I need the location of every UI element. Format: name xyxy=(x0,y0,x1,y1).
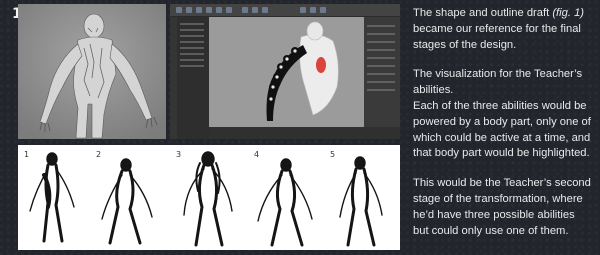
paragraph-second-stage: This would be the Teacher’s second stage… xyxy=(413,177,591,237)
sculpt-render-image xyxy=(18,4,166,139)
maya-outliner xyxy=(177,17,209,139)
pose-number: 2 xyxy=(96,150,101,159)
paragraph-abilities-title: The visualization for the Teacher’s abil… xyxy=(413,68,583,97)
figure-reference: (fig. 1) xyxy=(552,7,585,19)
paragraph-shape-draft: The shape and outline draft (fig. 1) bec… xyxy=(413,6,593,53)
maya-viewport-screenshot xyxy=(170,4,400,139)
maya-toolbox xyxy=(170,17,177,139)
description-panel: The shape and outline draft (fig. 1) bec… xyxy=(413,6,593,253)
maya-timeline xyxy=(209,127,400,139)
pose-sketch-strip: 1 2 3 4 5 xyxy=(18,145,400,250)
paragraph-text: The shape and outline draft xyxy=(413,7,553,19)
maya-toolbar xyxy=(170,4,400,17)
paragraph-text: became our reference for the final stage… xyxy=(413,22,581,51)
pose-number: 4 xyxy=(254,150,259,159)
paragraph-abilities-body: Each of the three abilities would be pow… xyxy=(413,99,591,160)
pose-number: 1 xyxy=(24,150,29,159)
maya-attribute-editor xyxy=(364,17,400,127)
pose-number: 5 xyxy=(330,150,335,159)
pose-number: 3 xyxy=(176,150,181,159)
maya-3d-viewport xyxy=(209,17,364,127)
